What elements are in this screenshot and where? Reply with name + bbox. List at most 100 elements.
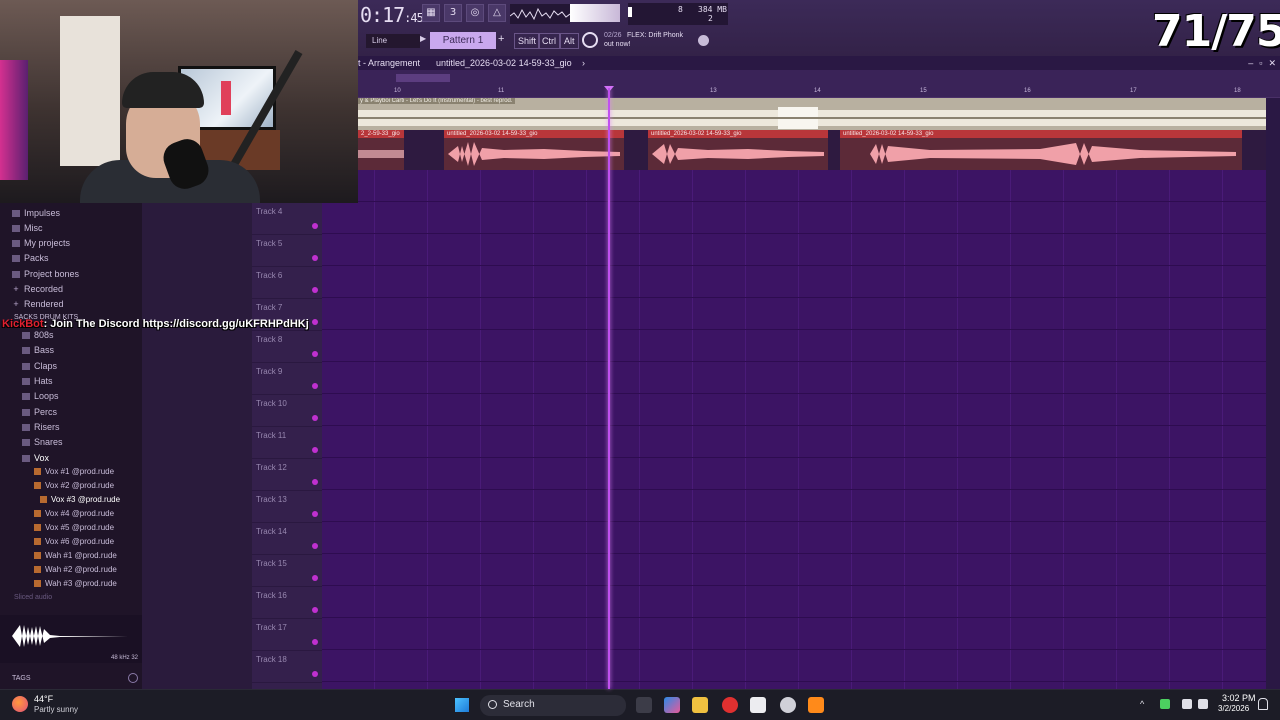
- track-header[interactable]: Track 10: [252, 395, 322, 427]
- track-indicator-icon[interactable]: [312, 223, 318, 229]
- instrumental-audio-clip[interactable]: y & Playboi Carti - Let's Do It (Instrum…: [358, 98, 1266, 130]
- track-header[interactable]: Track 17: [252, 619, 322, 651]
- track-indicator-icon[interactable]: [312, 671, 318, 677]
- vocal-audio-clip[interactable]: untitled_2026-03-02 14-59-33_gio: [444, 130, 624, 170]
- browser-subfolder[interactable]: Loops: [22, 391, 59, 401]
- metronome-icon[interactable]: △: [488, 4, 506, 22]
- tags-label[interactable]: TAGS: [12, 675, 31, 682]
- weather-temperature[interactable]: 44°F: [34, 694, 53, 704]
- track-header[interactable]: Track 8: [252, 331, 322, 363]
- browser-folder[interactable]: Sliced audio: [14, 594, 52, 601]
- browser-folder[interactable]: + Rendered: [12, 299, 63, 309]
- notification-bell-icon[interactable]: [1258, 698, 1268, 710]
- add-pattern-icon[interactable]: +: [498, 33, 504, 45]
- browser-file[interactable]: Vox #4 @prod.rude: [34, 509, 114, 518]
- browser-subfolder[interactable]: Bass: [22, 345, 54, 355]
- browser-folder[interactable]: + Recorded: [12, 284, 63, 294]
- alt-key-button[interactable]: Alt: [560, 33, 579, 49]
- vocal-audio-clip[interactable]: untitled_2026-03-02 14-59-33_gio: [648, 130, 828, 170]
- browser-subfolder[interactable]: Percs: [22, 407, 57, 417]
- wait-icon[interactable]: ◎: [466, 4, 484, 22]
- weather-description[interactable]: Partly sunny: [34, 705, 78, 714]
- track-indicator-icon[interactable]: [312, 575, 318, 581]
- browser-file[interactable]: Vox #2 @prod.rude: [34, 481, 114, 490]
- news-title[interactable]: FLEX: Drift Phonk: [627, 32, 683, 39]
- chrome-icon[interactable]: [780, 697, 796, 713]
- track-indicator-icon[interactable]: [312, 287, 318, 293]
- track-indicator-icon[interactable]: [312, 255, 318, 261]
- track-header[interactable]: Track 12: [252, 459, 322, 491]
- vocal-audio-clip[interactable]: untitled_2026-03-02 14-59-33_gio: [840, 130, 1242, 170]
- browser-file[interactable]: Wah #3 @prod.rude: [34, 579, 117, 588]
- track-indicator-icon[interactable]: [312, 415, 318, 421]
- track-header[interactable]: Track 15: [252, 555, 322, 587]
- browser-subfolder[interactable]: Snares: [22, 437, 63, 447]
- news-icon[interactable]: [582, 32, 598, 48]
- piano-icon[interactable]: ▦: [422, 4, 440, 22]
- track-header[interactable]: Track 5: [252, 235, 322, 267]
- track-header[interactable]: Track 6: [252, 267, 322, 299]
- shift-key-button[interactable]: Shift: [514, 33, 541, 49]
- minimize-icon[interactable]: –: [1248, 56, 1253, 70]
- clock-date[interactable]: 3/2/2026: [1218, 704, 1249, 713]
- track-indicator-icon[interactable]: [312, 511, 318, 517]
- track-header[interactable]: Track 4: [252, 203, 322, 235]
- play-arrow-icon[interactable]: ▶: [420, 34, 430, 48]
- ctrl-key-button[interactable]: Ctrl: [538, 33, 560, 49]
- browser-subfolder[interactable]: Claps: [22, 361, 57, 371]
- pattern-selector[interactable]: Pattern 1: [430, 32, 496, 49]
- task-view-icon[interactable]: [636, 697, 652, 713]
- step-sequencer-icon[interactable]: 3: [444, 4, 462, 22]
- copilot-icon[interactable]: [664, 697, 680, 713]
- sample-preview[interactable]: 48 kHz 32: [0, 615, 142, 663]
- track-indicator-icon[interactable]: [312, 543, 318, 549]
- track-header[interactable]: Track 9: [252, 363, 322, 395]
- search-icon[interactable]: [128, 673, 138, 683]
- store-icon[interactable]: [750, 697, 766, 713]
- browser-folder[interactable]: Project bones: [12, 269, 79, 279]
- playhead[interactable]: [608, 88, 610, 689]
- browser-subfolder[interactable]: Risers: [22, 422, 60, 432]
- track-header[interactable]: Track 14: [252, 523, 322, 555]
- vocal-audio-clip[interactable]: 2_2-59-33_gio: [358, 130, 404, 170]
- file-explorer-icon[interactable]: [692, 697, 708, 713]
- browser-file[interactable]: Wah #2 @prod.rude: [34, 565, 117, 574]
- browser-subfolder[interactable]: 808s: [22, 330, 54, 340]
- globe-icon[interactable]: [698, 35, 709, 46]
- track-indicator-icon[interactable]: [312, 383, 318, 389]
- browser-folder[interactable]: Misc: [12, 223, 43, 233]
- track-indicator-icon[interactable]: [312, 351, 318, 357]
- track-indicator-icon[interactable]: [312, 607, 318, 613]
- track-header[interactable]: Track 16: [252, 587, 322, 619]
- tray-overflow-icon[interactable]: ^: [1140, 699, 1144, 709]
- vertical-scrollbar[interactable]: [1266, 98, 1280, 689]
- browser-file-selected[interactable]: Vox #3 @prod.rude: [40, 495, 120, 504]
- browser-file[interactable]: Vox #1 @prod.rude: [34, 467, 114, 476]
- browser-folder[interactable]: Packs: [12, 253, 49, 263]
- breadcrumb-arrangement[interactable]: t - Arrangement: [358, 56, 420, 70]
- fl-studio-icon[interactable]: [808, 697, 824, 713]
- track-indicator-icon[interactable]: [312, 319, 318, 325]
- track-indicator-icon[interactable]: [312, 447, 318, 453]
- maximize-icon[interactable]: ▫: [1259, 56, 1262, 70]
- track-header[interactable]: Track 13: [252, 491, 322, 523]
- track-indicator-icon[interactable]: [312, 639, 318, 645]
- timeline-scrollbar[interactable]: [396, 74, 450, 82]
- snap-mode-select[interactable]: Line: [366, 34, 420, 48]
- track-indicator-icon[interactable]: [312, 479, 318, 485]
- weather-icon[interactable]: [12, 696, 28, 712]
- browser-file[interactable]: Vox #5 @prod.rude: [34, 523, 114, 532]
- wifi-icon[interactable]: [1182, 699, 1192, 709]
- browser-folder[interactable]: My projects: [12, 238, 70, 248]
- volume-icon[interactable]: [1198, 699, 1208, 709]
- master-volume-slider[interactable]: [570, 4, 620, 22]
- track-header[interactable]: Track 18: [252, 651, 322, 683]
- browser-file[interactable]: Vox #6 @prod.rude: [34, 537, 114, 546]
- browser-file[interactable]: Wah #1 @prod.rude: [34, 551, 117, 560]
- timeline-ruler[interactable]: 10 11 13 14 15 16 17 18: [358, 70, 1280, 98]
- playlist-grid[interactable]: [322, 170, 1266, 689]
- browser-folder[interactable]: Impulses: [12, 208, 60, 218]
- opera-icon[interactable]: [722, 697, 738, 713]
- close-icon[interactable]: ✕: [1268, 56, 1276, 70]
- start-menu-icon[interactable]: [455, 698, 469, 712]
